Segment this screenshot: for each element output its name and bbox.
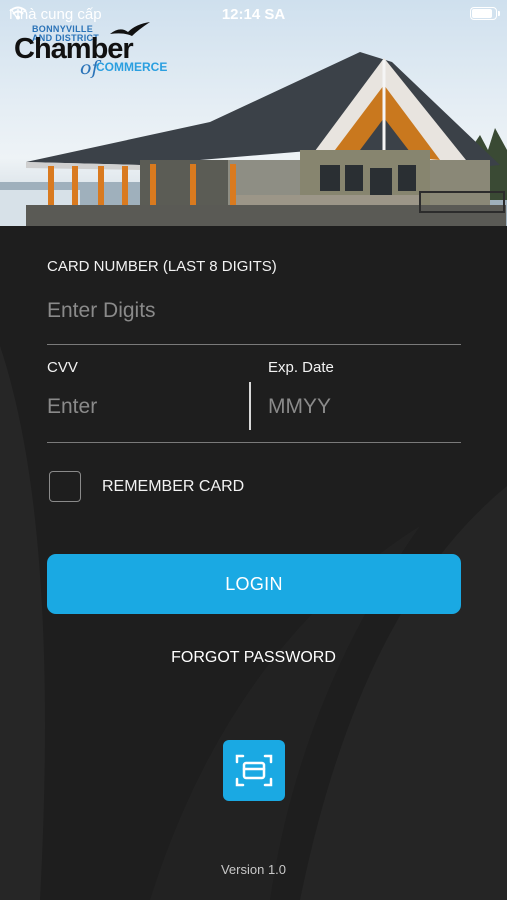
cvv-label: CVV (47, 359, 78, 376)
card-number-underline (47, 344, 461, 345)
hero-image: Nhà cung cấp 12:14 SA BONNYVILLE AND DIS… (0, 0, 507, 226)
status-time: 12:14 SA (221, 6, 286, 23)
exp-date-input[interactable] (268, 392, 458, 422)
battery-icon (470, 7, 500, 20)
card-scan-icon (235, 754, 273, 787)
card-number-input[interactable] (47, 296, 461, 326)
scan-card-button[interactable] (223, 740, 285, 801)
field-divider (249, 382, 251, 430)
remember-card-checkbox[interactable] (49, 471, 81, 502)
cvv-input[interactable] (47, 392, 237, 422)
login-panel: CARD NUMBER (LAST 8 DIGITS) CVV Exp. Dat… (0, 226, 507, 900)
exp-date-label: Exp. Date (268, 359, 334, 376)
login-button[interactable]: LOGIN (47, 554, 461, 614)
cvv-exp-underline (47, 442, 461, 443)
forgot-password-link[interactable]: FORGOT PASSWORD (0, 649, 507, 667)
card-number-label: CARD NUMBER (LAST 8 DIGITS) (47, 258, 277, 275)
remember-card-label[interactable]: REMEMBER CARD (102, 478, 244, 496)
logo-commerce: COMMERCE (96, 60, 168, 74)
version-label: Version 1.0 (220, 862, 287, 877)
chamber-logo: BONNYVILLE AND DISTRICT Chamber of COMME… (14, 22, 184, 82)
